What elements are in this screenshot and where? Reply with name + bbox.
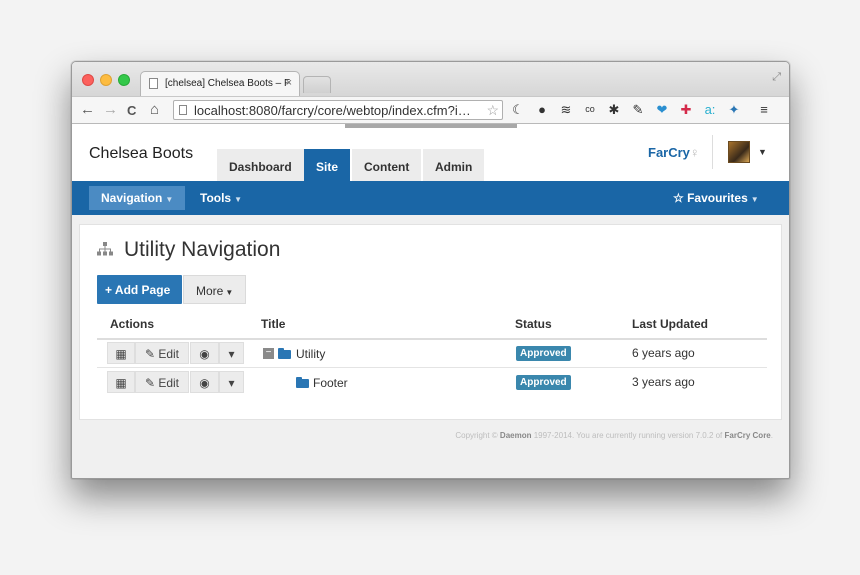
- row-title[interactable]: Footer: [313, 376, 348, 390]
- favourites-menu-label: ☆ Favourites: [673, 191, 748, 205]
- content-panel: Utility Navigation + Add Page More ▼ Acti…: [79, 224, 782, 420]
- preview-eye-icon[interactable]: ◉: [190, 342, 219, 364]
- farcry-logo-icon: ♀: [689, 145, 700, 160]
- browser-menu-icon[interactable]: ≡: [756, 102, 772, 117]
- window-minimize-button[interactable]: [100, 74, 112, 86]
- farcry-logo[interactable]: FarCry♀: [648, 145, 700, 160]
- extension-4-icon[interactable]: co: [582, 104, 598, 114]
- sitemap-icon: [97, 242, 113, 260]
- window-close-button[interactable]: [82, 74, 94, 86]
- chevron-down-icon: ▼: [750, 195, 759, 204]
- extension-1-icon[interactable]: ☾: [510, 102, 526, 118]
- tab-strip: [chelsea] Chelsea Boots – F × ⤢: [72, 62, 789, 96]
- row-last-updated: 6 years ago: [632, 346, 695, 360]
- reload-button[interactable]: C: [127, 103, 136, 118]
- window-maximize-button[interactable]: [118, 74, 130, 86]
- row-last-updated: 3 years ago: [632, 375, 695, 389]
- fullscreen-icon[interactable]: ⤢: [772, 71, 781, 84]
- farcry-logo-text: FarCry: [648, 145, 690, 160]
- footer-suffix: .: [770, 431, 773, 440]
- address-bar[interactable]: localhost:8080/farcry/core/webtop/index.…: [173, 100, 503, 120]
- webpage: Chelsea Boots Dashboard Site Content Adm…: [72, 124, 789, 478]
- footer-company-link[interactable]: Daemon: [500, 431, 532, 440]
- extension-9-icon[interactable]: a:: [702, 102, 718, 117]
- browser-window: [chelsea] Chelsea Boots – F × ⤢ ← → C ⌂ …: [71, 61, 790, 479]
- extension-6-icon[interactable]: ✎: [630, 102, 646, 118]
- back-button[interactable]: ←: [80, 101, 95, 118]
- extension-8-icon[interactable]: ✚: [678, 102, 694, 118]
- navigation-menu[interactable]: Navigation ▼: [89, 186, 186, 210]
- browser-tab-title: [chelsea] Chelsea Boots – F: [165, 78, 291, 89]
- bookmark-star-icon[interactable]: ☆: [486, 102, 499, 119]
- page-title: Utility Navigation: [124, 238, 281, 261]
- forward-button[interactable]: →: [103, 101, 118, 118]
- new-tab-button[interactable]: [303, 76, 331, 93]
- tab-dashboard[interactable]: Dashboard: [217, 149, 304, 182]
- preview-eye-icon[interactable]: ◉: [190, 371, 219, 393]
- header-divider: [712, 135, 713, 169]
- extension-10-icon[interactable]: ✦: [726, 102, 742, 118]
- footer-copyright: Copyright © Daemon 1997-2014. You are cu…: [72, 431, 773, 440]
- extension-7-icon[interactable]: ❤: [654, 102, 670, 118]
- row-divider: [97, 367, 767, 368]
- grid-icon[interactable]: ▦: [107, 342, 135, 364]
- tab-content[interactable]: Content: [352, 149, 422, 182]
- chevron-down-icon: ▼: [165, 195, 174, 204]
- tools-menu[interactable]: Tools ▼: [188, 186, 254, 210]
- extension-5-icon[interactable]: ✱: [606, 102, 622, 118]
- home-button[interactable]: ⌂: [150, 101, 159, 118]
- avatar[interactable]: [728, 141, 750, 163]
- more-button[interactable]: More ▼: [183, 275, 246, 304]
- url-text: localhost:8080/farcry/core/webtop/index.…: [194, 103, 471, 118]
- edit-button[interactable]: ✎ Edit: [135, 371, 189, 393]
- tools-menu-label: Tools: [200, 191, 232, 205]
- column-header-title: Title: [261, 317, 286, 331]
- navigation-menu-label: Navigation: [101, 191, 163, 205]
- site-header: Chelsea Boots Dashboard Site Content Adm…: [72, 124, 789, 182]
- edit-button[interactable]: ✎ Edit: [135, 342, 189, 364]
- browser-toolbar: ← → C ⌂ localhost:8080/farcry/core/webto…: [72, 96, 789, 124]
- site-name: Chelsea Boots: [89, 145, 194, 162]
- footer-middle: 1997-2014. You are currently running ver…: [531, 431, 725, 440]
- column-header-actions: Actions: [110, 317, 155, 331]
- column-header-last-updated: Last Updated: [632, 317, 709, 331]
- extension-3-icon[interactable]: ≋: [558, 102, 574, 118]
- row-actions-dropdown[interactable]: ▾: [219, 342, 244, 364]
- table-header-divider: [97, 338, 767, 340]
- tab-admin[interactable]: Admin: [423, 149, 485, 182]
- chevron-down-icon: ▼: [225, 288, 234, 297]
- sub-navigation: Navigation ▼ Tools ▼ ☆ Favourites ▼: [72, 181, 789, 215]
- status-badge: Approved: [516, 375, 571, 390]
- collapse-icon[interactable]: −: [263, 348, 274, 359]
- tab-site[interactable]: Site: [304, 149, 351, 182]
- loading-bar: [345, 124, 517, 128]
- status-badge: Approved: [516, 346, 571, 361]
- extension-2-icon[interactable]: ●: [534, 102, 550, 117]
- close-tab-icon[interactable]: ×: [286, 77, 292, 89]
- row-actions-dropdown[interactable]: ▾: [219, 371, 244, 393]
- favourites-menu[interactable]: ☆ Favourites ▼: [661, 186, 771, 210]
- chevron-down-icon[interactable]: ▼: [758, 147, 767, 157]
- browser-tab[interactable]: [chelsea] Chelsea Boots – F ×: [140, 71, 300, 96]
- footer-product-link[interactable]: FarCry Core: [725, 431, 771, 440]
- more-button-label: More: [196, 284, 224, 298]
- column-header-status: Status: [515, 317, 552, 331]
- row-title[interactable]: Utility: [296, 347, 325, 361]
- page-icon: [149, 78, 158, 89]
- page-icon: [179, 105, 187, 115]
- grid-icon[interactable]: ▦: [107, 371, 135, 393]
- folder-open-icon: [278, 348, 291, 359]
- folder-icon: [296, 377, 309, 388]
- footer-prefix: Copyright ©: [455, 431, 500, 440]
- chevron-down-icon: ▼: [234, 195, 243, 204]
- add-page-button[interactable]: + Add Page: [97, 275, 182, 304]
